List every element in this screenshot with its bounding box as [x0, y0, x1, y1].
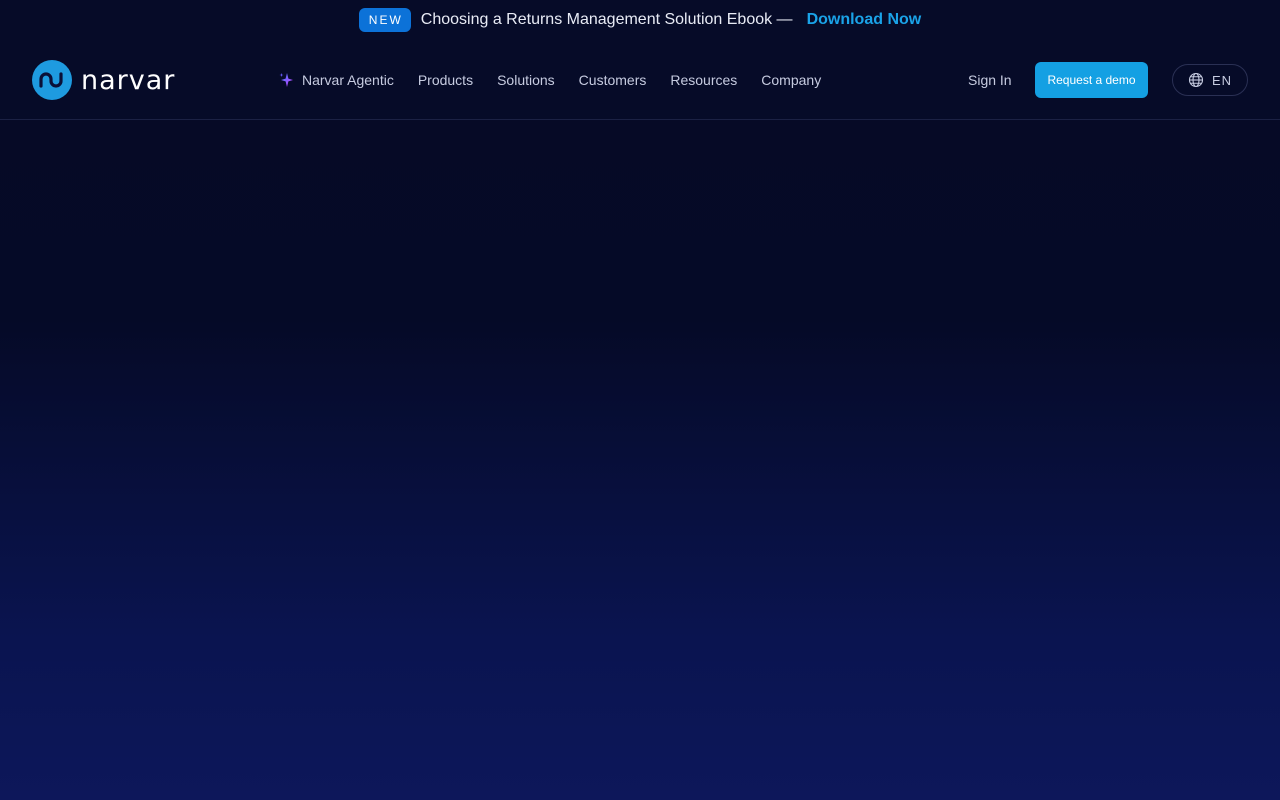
- nav-solutions[interactable]: Solutions: [497, 72, 555, 88]
- nav-customers-label: Customers: [578, 71, 647, 88]
- logo-wordmark: narvar: [81, 64, 176, 96]
- download-now-link[interactable]: Download Now: [807, 11, 922, 29]
- main-nav: Narvar Agentic Products Solutions Custom…: [278, 40, 821, 119]
- new-badge: NEW: [358, 8, 411, 32]
- hero-section: [0, 120, 1280, 800]
- nav-products[interactable]: Products: [418, 72, 473, 88]
- language-label: EN: [1211, 72, 1233, 88]
- site-header: narvar Narvar Agentic Products Solutions: [0, 40, 1280, 120]
- sparkle-icon: [279, 72, 293, 87]
- nav-solutions-label: Solutions: [497, 71, 555, 88]
- nav-narvar-agentic[interactable]: Narvar Agentic: [278, 72, 394, 88]
- announcement-text: Choosing a Returns Management Solution E…: [420, 11, 793, 28]
- request-demo-button[interactable]: Request a demo: [1035, 62, 1148, 98]
- language-selector[interactable]: EN: [1172, 64, 1248, 96]
- nav-resources-label: Resources: [670, 71, 738, 88]
- nav-company[interactable]: Company: [761, 72, 821, 88]
- nav-products-label: Products: [417, 71, 474, 88]
- sign-in-link[interactable]: Sign In: [968, 40, 1012, 119]
- nav-resources[interactable]: Resources: [670, 72, 737, 88]
- announcement-bar: NEW Choosing a Returns Management Soluti…: [0, 0, 1280, 40]
- nav-customers[interactable]: Customers: [579, 72, 647, 88]
- narvar-logo-icon: [32, 60, 72, 100]
- globe-icon: [1188, 72, 1204, 88]
- narvar-logo[interactable]: narvar: [32, 60, 175, 100]
- nav-company-label: Company: [761, 71, 822, 88]
- nav-narvar-agentic-label: Narvar Agentic: [302, 71, 394, 88]
